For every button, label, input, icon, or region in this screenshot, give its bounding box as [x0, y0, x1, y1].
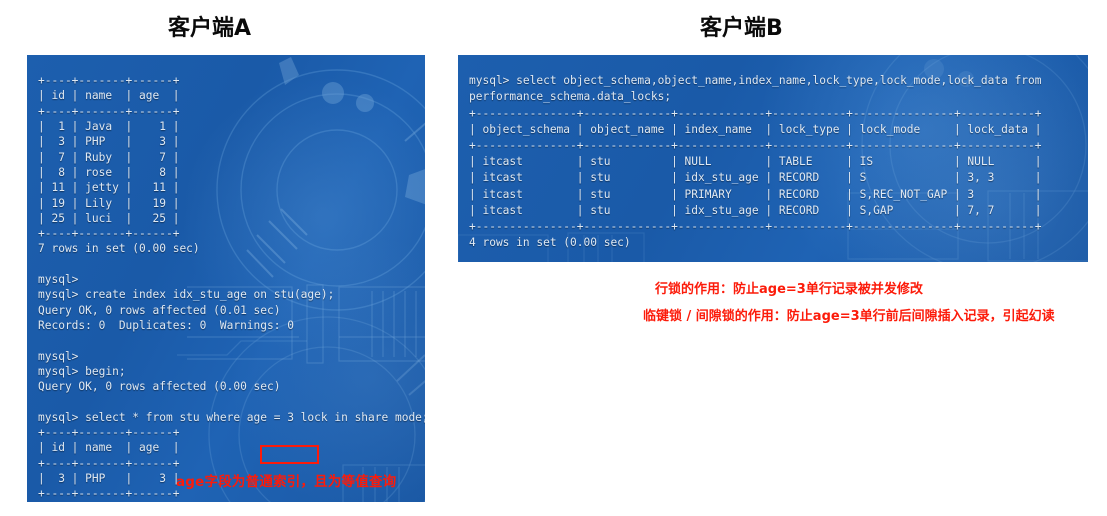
page-title-client-b: 客户端B: [700, 16, 783, 41]
note-gap-lock-purpose: 临键锁 / 间隙锁的作用：防止age=3单行前后间隙插入记录，引起幻读: [643, 309, 1055, 324]
highlight-box-age-condition: [260, 445, 319, 464]
annotation-age-index: age字段为普通索引，且为等值查询: [176, 474, 397, 490]
terminal-client-b: mysql> select object_schema,object_name,…: [458, 55, 1088, 262]
terminal-client-a: +----+-------+------+ | id | name | age …: [27, 55, 425, 502]
terminal-output-client-b: mysql> select object_schema,object_name,…: [469, 74, 1042, 250]
terminal-output-client-a: +----+-------+------+ | id | name | age …: [38, 74, 425, 501]
page-title-client-a: 客户端A: [168, 16, 252, 41]
note-row-lock-purpose: 行锁的作用：防止age=3单行记录被并发修改: [655, 282, 923, 297]
